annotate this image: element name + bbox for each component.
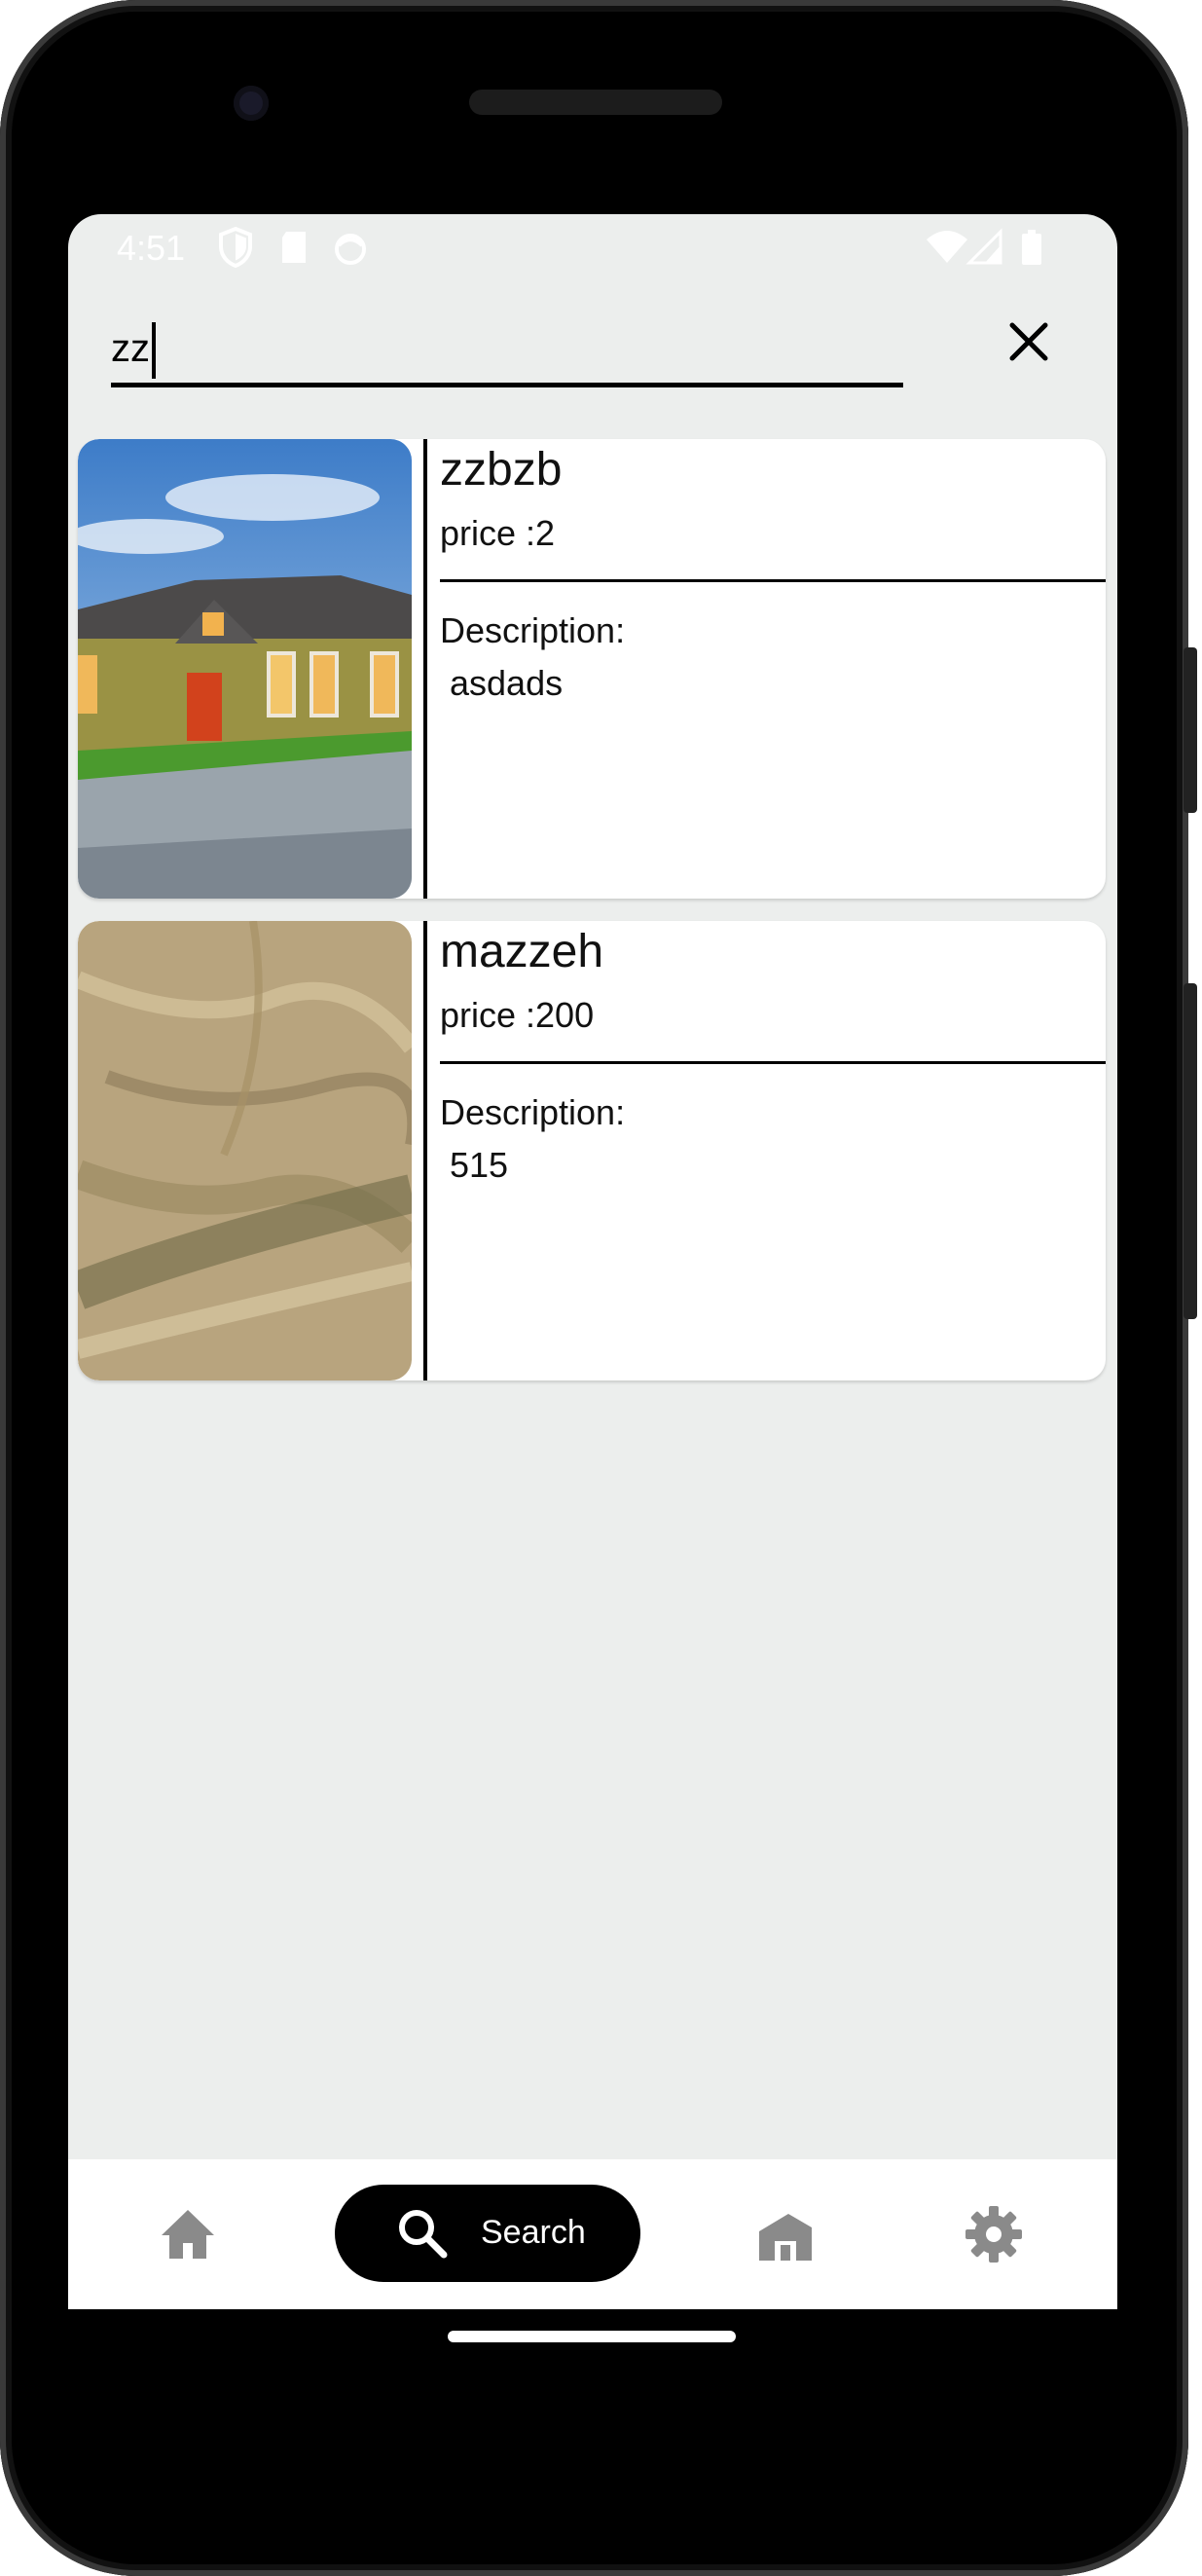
result-card[interactable]: mazzeh price :200 Description: 515 xyxy=(78,921,1106,1380)
result-card[interactable]: zzbzb price :2 Description: asdads xyxy=(78,439,1106,899)
gesture-home-bar[interactable] xyxy=(448,2331,736,2342)
land-aerial-photo xyxy=(78,921,412,1380)
shield-icon xyxy=(216,226,255,269)
bottom-navigation: Search xyxy=(68,2159,1117,2309)
house-photo xyxy=(78,439,412,899)
status-bar: 4:51 xyxy=(68,214,1117,282)
gear-icon[interactable] xyxy=(962,2202,1026,2266)
cell-signal-icon xyxy=(965,226,1004,269)
real-estate-icon[interactable] xyxy=(753,2202,818,2266)
horizontal-divider xyxy=(440,1061,1106,1064)
listing-price: price :2 xyxy=(440,513,556,553)
power-button xyxy=(1184,647,1197,813)
description-label: Description: xyxy=(440,1092,626,1132)
listing-title: zzbzb xyxy=(440,444,563,496)
listing-price: price :200 xyxy=(440,995,595,1035)
sd-card-icon xyxy=(274,226,313,269)
description-text: 515 xyxy=(450,1145,509,1185)
text-cursor xyxy=(152,322,156,380)
vertical-divider xyxy=(423,439,427,899)
status-time: 4:51 xyxy=(117,228,186,268)
nav-search-label: Search xyxy=(481,2214,586,2251)
search-input-value: zz xyxy=(111,327,150,370)
listing-title: mazzeh xyxy=(440,926,604,977)
description-text: asdads xyxy=(450,663,564,703)
battery-icon xyxy=(1012,226,1051,269)
search-icon xyxy=(393,2204,452,2267)
close-icon[interactable] xyxy=(1004,317,1053,366)
earpiece-speaker xyxy=(469,90,722,115)
phone-frame: 4:51 zz zzbzb price:2 Description: asda… xyxy=(0,0,1197,2576)
description-label: Description: xyxy=(440,610,626,650)
app-screen: 4:51 zz zzbzb price:2 Description: asda… xyxy=(68,214,1117,2309)
horizontal-divider xyxy=(440,579,1106,582)
search-bar: zz xyxy=(68,282,1117,419)
search-input[interactable]: zz xyxy=(111,310,903,387)
front-camera xyxy=(234,86,269,121)
home-icon[interactable] xyxy=(156,2202,220,2266)
nav-search-button[interactable]: Search xyxy=(335,2185,640,2282)
vertical-divider xyxy=(423,921,427,1380)
face-icon xyxy=(331,226,370,269)
wifi-icon xyxy=(925,226,969,269)
volume-button xyxy=(1184,983,1197,1319)
